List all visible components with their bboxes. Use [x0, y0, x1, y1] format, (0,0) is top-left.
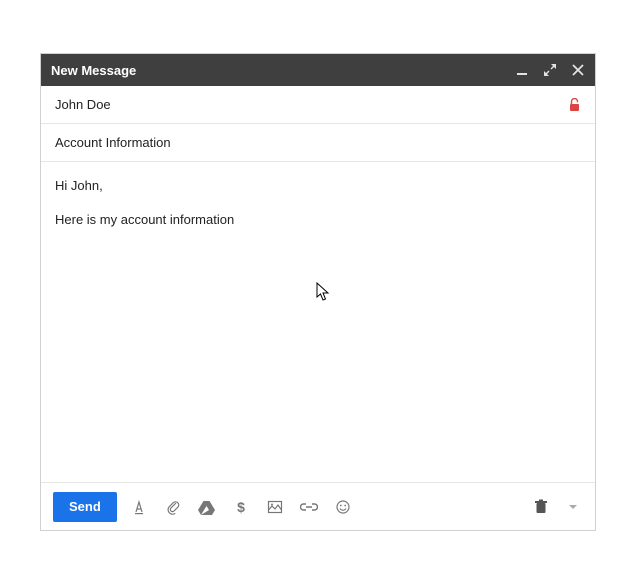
- titlebar-controls: [515, 63, 585, 77]
- to-value: John Doe: [55, 97, 568, 112]
- message-body[interactable]: Hi John, Here is my account information: [41, 162, 595, 482]
- titlebar[interactable]: New Message: [41, 54, 595, 86]
- svg-text:$: $: [237, 499, 245, 515]
- subject-field[interactable]: Account Information: [41, 124, 595, 162]
- lock-icon[interactable]: [568, 98, 581, 112]
- minimize-icon[interactable]: [515, 63, 529, 77]
- attach-icon[interactable]: [161, 495, 185, 519]
- emoji-icon[interactable]: [331, 495, 355, 519]
- dollar-icon[interactable]: $: [229, 495, 253, 519]
- subject-value: Account Information: [55, 135, 581, 150]
- compose-toolbar: Send $: [41, 482, 595, 530]
- compose-window: New Message John Doe Account Information…: [40, 53, 596, 531]
- image-icon[interactable]: [263, 495, 287, 519]
- expand-icon[interactable]: [543, 63, 557, 77]
- to-field[interactable]: John Doe: [41, 86, 595, 124]
- send-button[interactable]: Send: [53, 492, 117, 522]
- drive-icon[interactable]: [195, 495, 219, 519]
- close-icon[interactable]: [571, 63, 585, 77]
- link-icon[interactable]: [297, 495, 321, 519]
- body-line-1: Hi John,: [55, 176, 581, 196]
- trash-icon[interactable]: [529, 495, 553, 519]
- more-options-icon[interactable]: [563, 495, 583, 519]
- window-title: New Message: [51, 63, 136, 78]
- body-line-2: Here is my account information: [55, 210, 581, 230]
- format-icon[interactable]: [127, 495, 151, 519]
